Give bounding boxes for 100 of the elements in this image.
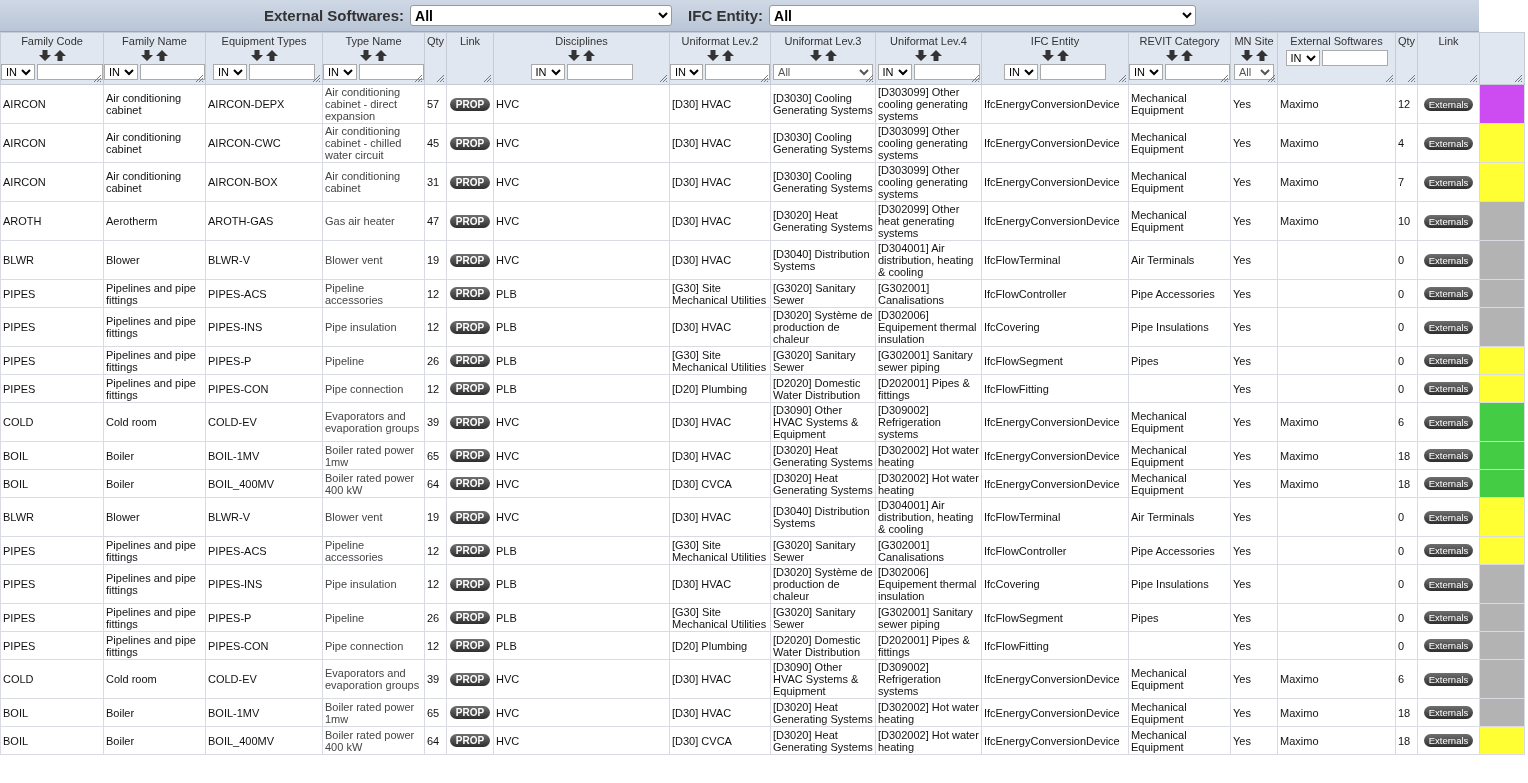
externals-button[interactable]: Externals (1423, 449, 1474, 462)
prop-button[interactable]: PROP (449, 320, 491, 334)
filter-dropdown[interactable]: All (1234, 64, 1274, 80)
column-header[interactable]: IFC Entity (982, 35, 1128, 48)
externals-button[interactable]: Externals (1423, 354, 1474, 367)
sort-ascending-icon[interactable] (930, 50, 942, 61)
resize-grip-icon[interactable] (1408, 75, 1415, 82)
sort-ascending-icon[interactable] (721, 50, 734, 61)
column-header[interactable]: Family Code (1, 35, 103, 48)
externals-button[interactable]: Externals (1423, 175, 1474, 189)
resize-grip-icon[interactable] (1515, 75, 1522, 82)
prop-button[interactable]: PROP (449, 672, 491, 686)
sort-descending-icon[interactable] (568, 50, 580, 61)
resize-grip-icon[interactable] (1386, 75, 1393, 82)
operator-dropdown[interactable]: IN (877, 64, 912, 80)
prop-button[interactable]: PROP (449, 175, 491, 189)
sort-descending-icon[interactable] (1166, 50, 1178, 61)
sort-ascending-icon[interactable] (265, 50, 278, 61)
prop-button[interactable]: PROP (449, 577, 491, 591)
prop-button[interactable]: PROP (449, 382, 491, 395)
column-header[interactable]: Disciplines (494, 35, 669, 48)
sort-ascending-icon[interactable] (824, 50, 837, 61)
filter-dropdown[interactable]: All (769, 5, 1197, 26)
operator-dropdown[interactable]: IN (213, 64, 247, 80)
resize-grip-icon[interactable] (196, 75, 203, 82)
filter-input[interactable] (139, 64, 205, 80)
resize-grip-icon[interactable] (313, 75, 320, 82)
externals-button[interactable]: Externals (1423, 734, 1474, 747)
operator-dropdown[interactable]: IN (530, 64, 565, 80)
resize-grip-icon[interactable] (415, 75, 422, 82)
sort-ascending-icon[interactable] (1056, 50, 1069, 61)
filter-input[interactable] (1321, 50, 1388, 66)
sort-ascending-icon[interactable] (583, 50, 595, 61)
operator-dropdown[interactable]: IN (1, 64, 35, 80)
filter-dropdown[interactable]: All (410, 5, 673, 26)
prop-button[interactable]: PROP (449, 287, 491, 300)
sort-descending-icon[interactable] (1041, 50, 1054, 61)
column-header[interactable]: REVIT Category (1129, 35, 1230, 48)
sort-ascending-icon[interactable] (375, 50, 387, 61)
externals-button[interactable]: Externals (1423, 672, 1474, 686)
externals-button[interactable]: Externals (1423, 382, 1474, 395)
filter-input[interactable] (566, 64, 633, 80)
operator-dropdown[interactable]: IN (1285, 50, 1320, 66)
operator-dropdown[interactable]: IN (670, 64, 704, 80)
externals-button[interactable]: Externals (1423, 577, 1474, 591)
column-header[interactable]: External Softwares (1278, 35, 1395, 48)
prop-button[interactable]: PROP (449, 97, 491, 111)
column-header[interactable]: MN Site (1231, 35, 1277, 48)
operator-dropdown[interactable]: IN (104, 64, 138, 80)
externals-button[interactable]: Externals (1423, 415, 1474, 429)
filter-input[interactable] (913, 64, 980, 80)
externals-button[interactable]: Externals (1423, 214, 1474, 228)
sort-descending-icon[interactable] (1240, 50, 1253, 61)
sort-ascending-icon[interactable] (53, 50, 66, 61)
filter-input[interactable] (37, 64, 103, 80)
column-header[interactable]: Uniformat Lev.3 (771, 35, 875, 48)
externals-button[interactable]: Externals (1423, 611, 1474, 624)
sort-ascending-icon[interactable] (1255, 50, 1268, 61)
sort-descending-icon[interactable] (250, 50, 263, 61)
resize-grip-icon[interactable] (1268, 75, 1275, 82)
sort-descending-icon[interactable] (915, 50, 927, 61)
externals-button[interactable]: Externals (1423, 97, 1474, 111)
externals-button[interactable]: Externals (1423, 544, 1474, 557)
prop-button[interactable]: PROP (449, 639, 491, 652)
operator-dropdown[interactable]: IN (1129, 64, 1163, 80)
filter-input[interactable] (358, 64, 424, 80)
sort-ascending-icon[interactable] (156, 50, 168, 61)
resize-grip-icon[interactable] (94, 75, 101, 82)
externals-button[interactable]: Externals (1423, 136, 1474, 150)
prop-button[interactable]: PROP (449, 354, 491, 367)
prop-button[interactable]: PROP (449, 734, 491, 747)
prop-button[interactable]: PROP (449, 253, 491, 267)
operator-dropdown[interactable]: IN (1004, 64, 1038, 80)
sort-descending-icon[interactable] (809, 50, 822, 61)
prop-button[interactable]: PROP (449, 449, 491, 462)
externals-button[interactable]: Externals (1423, 253, 1474, 267)
prop-button[interactable]: PROP (449, 214, 491, 228)
column-header[interactable]: Equipment Types (206, 35, 322, 48)
filter-dropdown[interactable]: All (773, 64, 873, 80)
column-header[interactable]: Uniformat Lev.4 (876, 35, 981, 48)
filter-input[interactable] (705, 64, 770, 80)
prop-button[interactable]: PROP (449, 136, 491, 150)
resize-grip-icon[interactable] (660, 75, 667, 82)
resize-grip-icon[interactable] (484, 75, 491, 82)
filter-input[interactable] (249, 64, 315, 80)
prop-button[interactable]: PROP (449, 544, 491, 557)
column-header[interactable]: Family Name (104, 35, 205, 48)
resize-grip-icon[interactable] (866, 75, 873, 82)
prop-button[interactable]: PROP (449, 706, 491, 719)
resize-grip-icon[interactable] (761, 75, 768, 82)
externals-button[interactable]: Externals (1423, 477, 1474, 490)
externals-button[interactable]: Externals (1423, 320, 1474, 334)
resize-grip-icon[interactable] (1221, 75, 1228, 82)
sort-descending-icon[interactable] (141, 50, 153, 61)
column-header[interactable]: Type Name (323, 35, 424, 48)
filter-input[interactable] (1164, 64, 1230, 80)
resize-grip-icon[interactable] (972, 75, 979, 82)
sort-descending-icon[interactable] (360, 50, 372, 61)
externals-button[interactable]: Externals (1423, 510, 1474, 524)
resize-grip-icon[interactable] (1119, 75, 1126, 82)
